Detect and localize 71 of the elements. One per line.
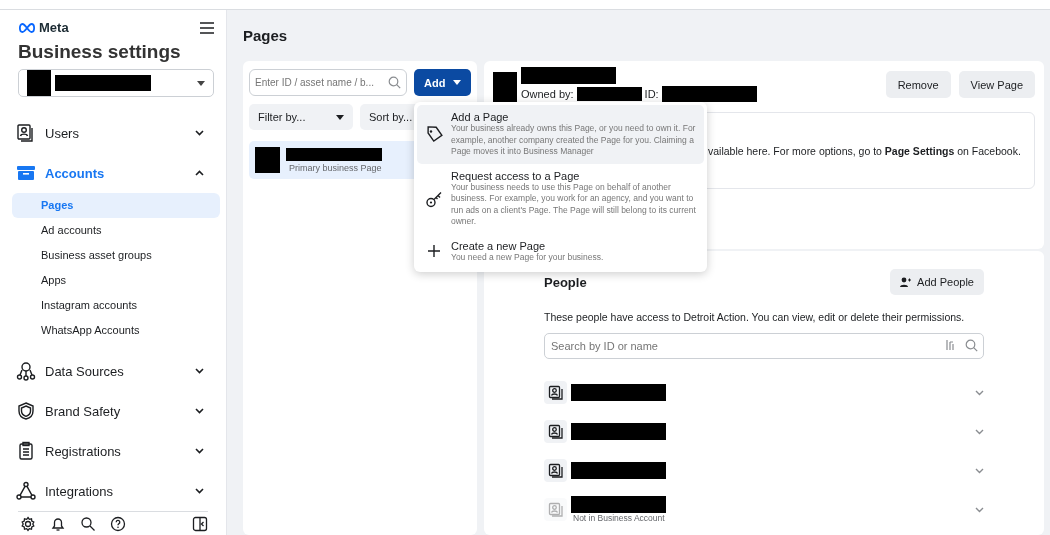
menu-item-description: Your business needs to use this Page on behalf of another business. For example, you work for an agency, and you want to run ads on a client's Page. The Page will still belong to its current owner. (451, 181, 696, 228)
nav-section[interactable]: Data Sources (12, 351, 220, 392)
menu-item[interactable]: Create a new Page You need a new Page for your business. (417, 233, 704, 269)
nav-section[interactable]: Users (12, 113, 220, 154)
chevron-up-icon (195, 170, 204, 177)
notifications-icon[interactable] (50, 515, 66, 532)
nav-item[interactable]: Instagram accounts (12, 293, 220, 319)
add-button[interactable]: Add (414, 69, 472, 96)
search-icon[interactable] (80, 515, 96, 532)
chevron-down-icon (195, 408, 204, 415)
brand-name: Meta (39, 20, 69, 35)
menu-item-title: Add a Page (451, 111, 509, 123)
search-icon (388, 76, 401, 89)
dropdown-caret-icon (197, 80, 205, 86)
chevron-down-icon (195, 488, 204, 495)
caret-icon (453, 80, 462, 85)
section-title: People (544, 274, 587, 290)
chevron-down-icon (195, 130, 204, 137)
chevron-down-icon (195, 448, 204, 455)
chevron-down-icon[interactable] (975, 467, 984, 474)
action-button[interactable]: View Page (958, 71, 1035, 98)
redacted-block (255, 147, 280, 173)
sidebar-title: Business settings (18, 41, 182, 63)
search-icon (965, 339, 978, 352)
menu-item-title: Create a new Page (451, 239, 547, 252)
notice-text: vailable here. For more options, go to Page Settings on Facebook. (708, 144, 1021, 157)
connected-nodes-icon (16, 361, 36, 382)
action-button[interactable]: Remove (885, 71, 951, 98)
nav-section[interactable]: Accounts (12, 153, 220, 194)
chevron-down-icon[interactable] (975, 389, 984, 396)
search-field[interactable]: Enter ID / asset name / b... (249, 69, 407, 96)
tag-icon (425, 125, 443, 144)
chevron-down-icon[interactable] (975, 428, 984, 435)
nav-item[interactable]: Apps (12, 268, 220, 294)
nav-section[interactable]: Registrations (12, 431, 220, 472)
menu-item-description: You need a new Page for your business. (451, 251, 604, 263)
page-subtitle: Primary business Page (288, 162, 382, 173)
redacted-block (27, 70, 51, 97)
page-title: Pages (243, 27, 289, 44)
triangle-nodes-icon (16, 481, 36, 502)
add-person-icon (900, 277, 912, 287)
business-selector[interactable] (18, 69, 214, 98)
nav-item[interactable]: WhatsApp Accounts (12, 318, 220, 344)
id-label: ID: (644, 88, 659, 100)
menu-icon[interactable] (200, 21, 214, 34)
menu-item[interactable]: Add a Page Your business already owns this Page, or you need to own it. For example, another company created the Page for you. Claiming a Page moves it into Business Manager (417, 105, 704, 164)
key-icon (425, 189, 443, 208)
person-card-icon (16, 123, 36, 144)
nav-item[interactable]: Ad accounts (12, 218, 220, 244)
search-field[interactable]: Search by ID or name (544, 333, 984, 359)
nav-item[interactable]: Business asset groups (12, 243, 220, 269)
chevron-down-icon[interactable] (975, 506, 984, 513)
help-icon[interactable] (110, 515, 126, 532)
infinity-logo-icon (18, 22, 36, 33)
add-people-button[interactable]: Add People (890, 269, 984, 295)
clipboard-icon (16, 441, 36, 462)
nav-section[interactable]: Integrations (12, 471, 220, 512)
chevron-down-icon (195, 368, 204, 375)
panel-toggle-icon[interactable] (192, 515, 208, 532)
person-note: Not in Business Account (572, 513, 666, 523)
owned-by-label: Owned by: (521, 88, 574, 100)
caret-icon (336, 114, 344, 120)
filter-bars-icon (946, 339, 955, 351)
shield-icon (16, 401, 36, 422)
nav-item[interactable]: Pages (12, 193, 220, 219)
section-description: These people have access to Detroit Action. You can view, edit or delete their permissions. (544, 311, 966, 323)
nav-section[interactable]: Brand Safety (12, 391, 220, 432)
redacted-block (576, 87, 642, 101)
settings-icon[interactable] (20, 515, 36, 532)
filter-dropdown[interactable]: Filter by... (249, 104, 353, 130)
redacted-block (493, 72, 517, 102)
